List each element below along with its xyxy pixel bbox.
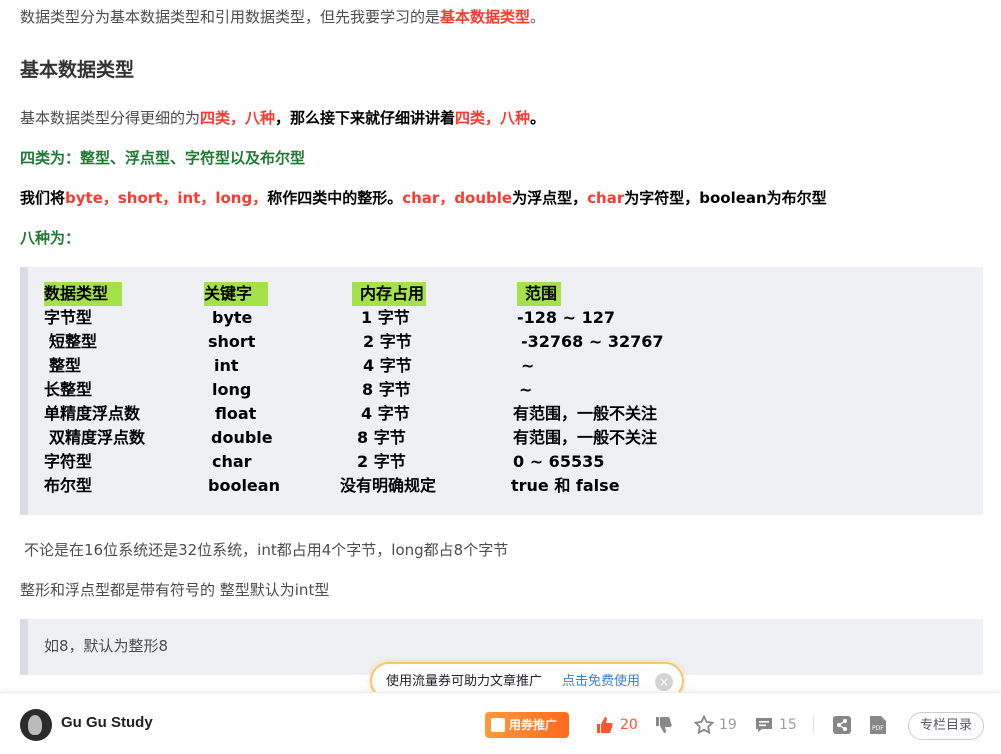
note-text: 如8，默认为整形8 (44, 637, 169, 655)
table-cell: 长整型 (44, 380, 93, 399)
table-cell: ~ (521, 356, 535, 375)
comment-icon (756, 718, 772, 732)
toolbar-divider (813, 717, 814, 733)
int-text-a: 我们将 (20, 189, 66, 207)
split-highlight-b: 四类，八种 (200, 109, 276, 127)
eight-kinds-line: 八种为： (20, 229, 81, 247)
split-text-e: 。 (530, 109, 546, 127)
table-cell: -128 ~ 127 (517, 308, 615, 327)
like-count: 20 (620, 717, 638, 733)
table-cell: 短整型 (49, 332, 98, 351)
table-cell: 4 字节 (361, 404, 410, 423)
table-cell: ~ (519, 380, 533, 399)
type-table-block: 数据类型 关键字 内存占用 范围 字节型 byte 1 字节 -128 ~ 12… (20, 267, 983, 515)
table-cell: 8 字节 (357, 428, 406, 447)
share-icon (833, 716, 851, 734)
comment-count: 15 (779, 717, 797, 733)
split-text-a: 基本数据类型分得更细的为 (20, 109, 201, 127)
table-cell: 单精度浮点数 (44, 404, 141, 423)
bits-note: 不论是在16位系统还是32位系统，int都占用4个字节，long都占8个字节 (24, 541, 509, 559)
table-cell: short (208, 332, 256, 351)
table-cell: char (212, 452, 252, 471)
coupon-use-link[interactable]: 点击免费使用 (562, 673, 640, 691)
split-highlight-d: 四类，八种 (455, 109, 531, 127)
table-cell: 有范围，一般不关注 (513, 428, 658, 447)
section-heading: 基本数据类型 (20, 59, 135, 81)
table-cell: 0 ~ 65535 (513, 452, 605, 471)
coupon-text: 使用流量券可助力文章推广 (386, 674, 543, 689)
intro-suffix: 。 (530, 8, 546, 26)
favorite-count: 19 (719, 717, 737, 733)
table-cell: true 和 false (511, 476, 620, 495)
table-cell: 整型 (49, 356, 82, 375)
table-cell: 双精度浮点数 (49, 428, 146, 447)
table-header-range: 范围 (517, 282, 561, 306)
table-cell: 有范围，一般不关注 (513, 404, 658, 423)
integer-types-line: 我们将byte，short，int，long，称作四类中的整形。char，dou… (20, 187, 827, 209)
signed-note: 整形和浮点型都是带有符号的 整型默认为int型 (20, 581, 330, 599)
int-highlight-b: byte，short，int，long， (65, 189, 268, 207)
split-paragraph: 基本数据类型分得更细的为四类，八种，那么接下来就仔细讲讲着四类，八种。 (20, 107, 545, 129)
intro-paragraph: 数据类型分为基本数据类型和引用数据类型，但先我要学习的是基本数据类型。 (20, 6, 545, 28)
table-cell: long (212, 380, 252, 399)
column-toc-button[interactable]: 专栏目录 (908, 712, 984, 740)
table-cell: double (211, 428, 273, 447)
author-name[interactable]: Gu Gu Study (61, 714, 153, 731)
promote-button[interactable]: 用券推广 (485, 712, 569, 738)
table-cell: 布尔型 (44, 476, 93, 495)
coupon-icon (491, 718, 505, 732)
thumbs-down-icon (656, 717, 672, 733)
star-icon (694, 715, 714, 735)
table-cell: float (215, 404, 257, 423)
four-kinds-line: 四类为：整型、浮点型、字符型以及布尔型 (20, 149, 306, 167)
svg-text:PDF: PDF (872, 725, 884, 732)
table-header-keyword: 关键字 (204, 282, 268, 306)
table-cell: 2 字节 (363, 332, 412, 351)
table-cell: 4 字节 (363, 356, 412, 375)
int-highlight-f: char (587, 189, 625, 207)
table-cell: -32768 ~ 32767 (521, 332, 664, 351)
split-text-c: ，那么接下来就仔细讲讲着 (275, 109, 456, 127)
table-cell: 2 字节 (357, 452, 406, 471)
avatar[interactable] (20, 709, 52, 741)
table-cell: 8 字节 (362, 380, 411, 399)
table-cell: 字节型 (44, 308, 93, 327)
table-cell: 字符型 (44, 452, 93, 471)
pdf-icon: PDF (870, 716, 886, 734)
int-text-c: 称作四类中的整形。 (267, 189, 403, 207)
table-header-type: 数据类型 (44, 282, 122, 306)
int-text-g: 为字符型，boolean为布尔型 (624, 189, 827, 207)
table-header-memory: 内存占用 (352, 282, 426, 306)
int-text-e: 为浮点型， (512, 189, 588, 207)
thumbs-up-icon (597, 717, 613, 733)
promote-label: 用券推广 (509, 718, 558, 732)
table-cell: boolean (208, 476, 280, 495)
table-cell: byte (212, 308, 253, 327)
table-cell: 1 字节 (361, 308, 410, 327)
intro-prefix: 数据类型分为基本数据类型和引用数据类型，但先我要学习的是 (20, 8, 441, 26)
close-icon[interactable]: × (655, 673, 673, 691)
table-cell: int (214, 356, 239, 375)
int-highlight-d: char，double (402, 189, 513, 207)
bottom-toolbar: Gu Gu Study 用券推广 20 19 15 PDF 专栏目录 (0, 692, 1001, 754)
table-cell: 没有明确规定 (340, 476, 437, 495)
intro-highlight: 基本数据类型 (440, 8, 531, 26)
